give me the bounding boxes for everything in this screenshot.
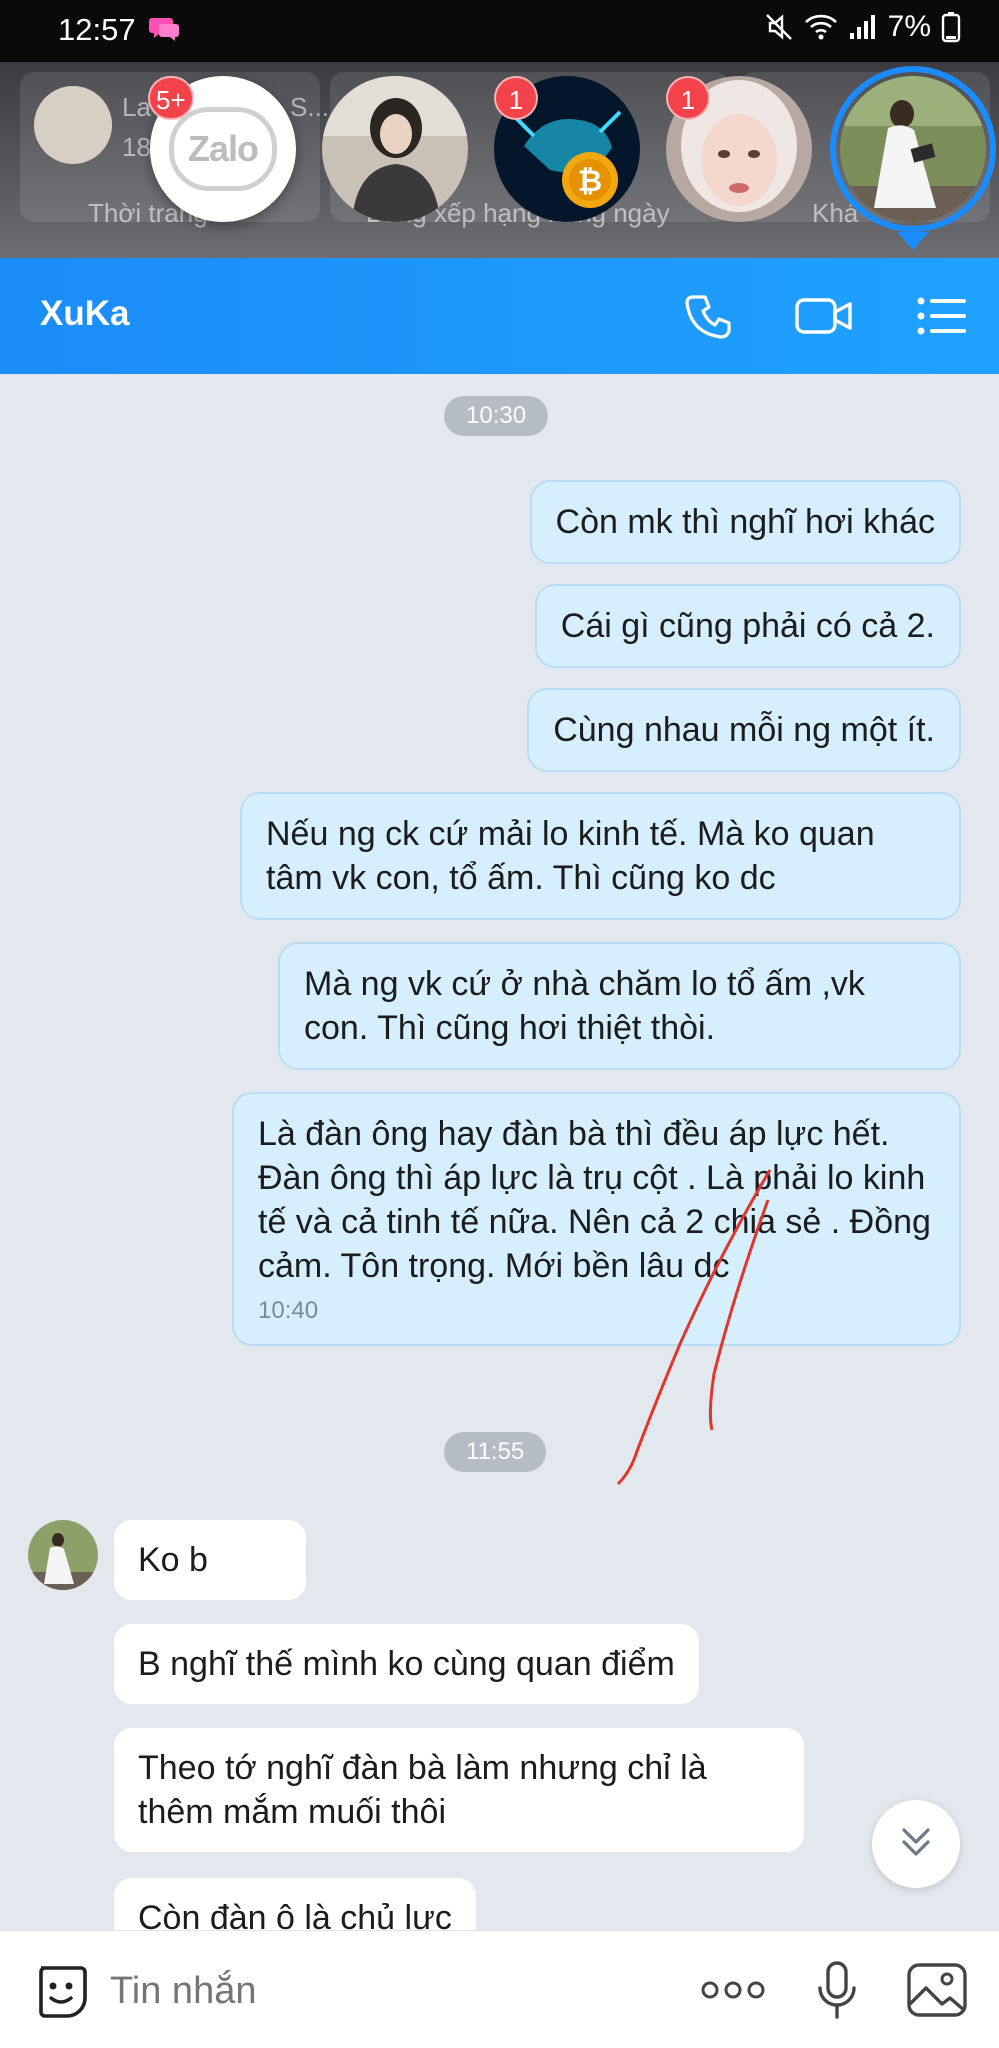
menu-list-icon[interactable] [912, 286, 972, 346]
chat-head-avatar[interactable] [322, 76, 468, 222]
message-text: B nghĩ thế mình ko cùng quan điểm [138, 1645, 675, 1683]
unread-badge: 5+ [148, 76, 194, 120]
background-avatar [34, 86, 112, 164]
phone-icon[interactable] [680, 286, 740, 346]
message-text: Cái gì cũng phải có cả 2. [560, 607, 935, 645]
chat-heads-overlay: La S... 18 Thời trang ... Bảng xếp hạng … [0, 62, 999, 258]
time-separator: 11:55 [444, 1432, 547, 1472]
outgoing-message[interactable]: Là đàn ông hay đàn bà thì đều áp lực hết… [232, 1092, 961, 1346]
signal-icon [848, 13, 878, 41]
time-separator: 10:30 [444, 396, 549, 436]
incoming-message[interactable]: B nghĩ thế mình ko cùng quan điểm [112, 1622, 701, 1706]
outgoing-message[interactable]: Nếu ng ck cứ mải lo kinh tế. Mà ko quan … [240, 792, 961, 920]
message-text: Ko b [138, 1541, 208, 1579]
incoming-message[interactable]: Ko b [112, 1518, 308, 1602]
status-time: 12:57 [58, 12, 136, 47]
message-text: Nếu ng ck cứ mải lo kinh tế. Mà ko quan … [266, 815, 875, 897]
outgoing-message[interactable]: Còn mk thì nghĩ hơi khác [529, 480, 961, 564]
message-list[interactable]: 10:30 Còn mk thì nghĩ hơi khác Cái gì cũ… [0, 374, 999, 1930]
background-text: La [122, 92, 151, 122]
active-chat-head-avatar[interactable] [840, 76, 986, 222]
message-input-bar [0, 1930, 999, 2048]
image-icon[interactable] [904, 1957, 970, 2023]
double-chevron-down-icon [896, 1822, 936, 1867]
messenger-chat-icon [148, 14, 180, 47]
message-text: Là đàn ông hay đàn bà thì đều áp lực hết… [258, 1115, 931, 1285]
unread-badge: 1 [494, 76, 538, 120]
zalo-logo: Zalo [187, 128, 259, 169]
message-text: Còn mk thì nghĩ hơi khác [555, 503, 935, 541]
message-text: Còn đàn ô là chủ lực [138, 1899, 452, 1930]
contact-avatar[interactable] [28, 1520, 98, 1590]
unread-badge: 1 [666, 76, 710, 120]
wifi-icon [804, 13, 838, 41]
microphone-icon[interactable] [804, 1957, 870, 2023]
video-call-icon[interactable] [794, 286, 854, 346]
battery-percent: 7% [887, 10, 931, 43]
message-input[interactable] [110, 1951, 670, 2031]
active-chat-pointer [897, 232, 929, 250]
background-text: 18 [122, 132, 151, 162]
more-options-icon[interactable] [700, 1957, 766, 2023]
status-icons: 7% [764, 10, 961, 44]
mute-icon [764, 12, 794, 42]
outgoing-message[interactable]: Cùng nhau mỗi ng một ít. [527, 688, 961, 772]
status-bar: 12:57 7% [0, 0, 999, 62]
background-text: S... [290, 92, 330, 122]
outgoing-message[interactable]: Mà ng vk cứ ở nhà chăm lo tổ ấm ,vk con.… [278, 942, 961, 1070]
message-text: Theo tớ nghĩ đàn bà làm nhưng chỉ là thê… [138, 1749, 707, 1831]
outgoing-message[interactable]: Cái gì cũng phải có cả 2. [534, 584, 961, 668]
sticker-icon[interactable] [28, 1957, 94, 2023]
incoming-message[interactable]: Theo tớ nghĩ đàn bà làm nhưng chỉ là thê… [112, 1726, 806, 1854]
incoming-message[interactable]: Còn đàn ô là chủ lực [112, 1876, 478, 1930]
annotation-strokes [616, 1169, 772, 1486]
contact-name[interactable]: XuKa [40, 294, 129, 334]
battery-icon [941, 11, 961, 43]
message-text: Mà ng vk cứ ở nhà chăm lo tổ ấm ,vk con.… [304, 965, 865, 1047]
chat-header: XuKa [0, 258, 999, 374]
message-timestamp: 10:40 [258, 1297, 319, 1324]
scroll-to-bottom-button[interactable] [872, 1800, 960, 1888]
svg-text:₿: ₿ [578, 164, 602, 199]
message-text: Cùng nhau mỗi ng một ít. [553, 711, 935, 749]
